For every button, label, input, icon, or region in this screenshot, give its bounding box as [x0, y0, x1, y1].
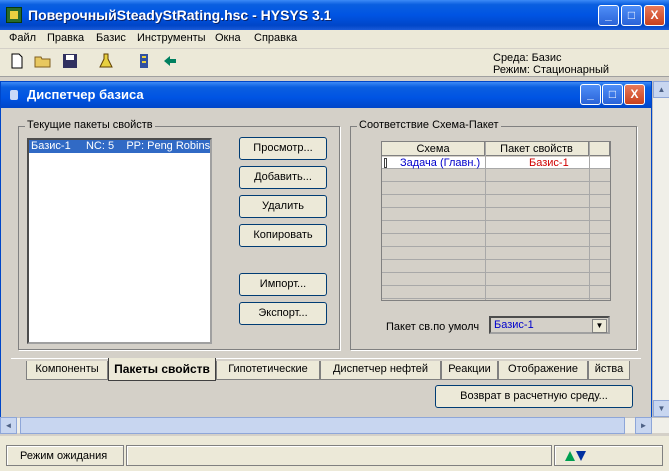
table-row: [382, 209, 610, 221]
basis-manager-window: Диспетчер базиса _ □ X Текущие пакеты св…: [0, 81, 652, 433]
copy-button[interactable]: Копировать: [239, 224, 327, 247]
table-row: [382, 196, 610, 208]
default-package-label: Пакет св.по умолч: [386, 321, 480, 333]
vertical-scrollbar[interactable]: ▲ ▼: [652, 81, 669, 417]
table-row: [382, 261, 610, 273]
menu-windows[interactable]: Окна: [215, 32, 241, 44]
default-package-value: Базис-1: [494, 319, 534, 331]
environment-info: Среда: Базис Режим: Стационарный: [493, 52, 609, 76]
environment-label: Среда: Базис: [493, 52, 562, 64]
window-icon: [10, 90, 18, 100]
toolbar: Среда: Базис Режим: Стационарный: [0, 49, 669, 77]
tab-strip-line: [11, 358, 641, 359]
table-row[interactable]: Задача (Главн.) Базис-1: [382, 157, 610, 169]
package-pp: PP: Peng Robins: [126, 140, 211, 152]
new-file-icon[interactable]: [7, 53, 27, 73]
table-row: [382, 274, 610, 286]
list-item[interactable]: Базис-1 NC: 5 PP: Peng Robins: [29, 140, 210, 153]
status-cell-empty: [126, 445, 552, 466]
tab-components[interactable]: Компоненты: [26, 361, 108, 380]
import-button[interactable]: Импорт...: [239, 273, 327, 296]
table-row: [382, 287, 610, 299]
tab-property-packages[interactable]: Пакеты свойств: [108, 358, 216, 381]
back-arrow-icon[interactable]: [160, 53, 180, 73]
horizontal-scrollbar[interactable]: ◄ ►: [0, 417, 669, 434]
grid-header-scheme: Схема: [382, 142, 485, 156]
export-button[interactable]: Экспорт...: [239, 302, 327, 325]
table-row: [382, 248, 610, 260]
table-row: [382, 183, 610, 195]
solver-indicator-icon[interactable]: [564, 449, 588, 466]
grid-header-empty: [589, 142, 610, 156]
statusbar: Режим ожидания: [0, 436, 669, 471]
row-marker-icon: [384, 158, 387, 168]
mode-label: Режим: Стационарный: [493, 64, 609, 76]
close-button[interactable]: X: [644, 5, 665, 26]
mapping-grid[interactable]: Схема Пакет свойств Задача (Главн.) Бази…: [381, 141, 611, 301]
open-folder-icon[interactable]: [33, 53, 53, 73]
view-button[interactable]: Просмотр...: [239, 137, 327, 160]
main-titlebar[interactable]: ПоверочныйSteadyStRating.hsc - HYSYS 3.1…: [0, 0, 669, 30]
inner-minimize-button[interactable]: _: [580, 84, 601, 105]
property-packages-legend: Текущие пакеты свойств: [25, 119, 155, 131]
row-package[interactable]: Базис-1: [529, 157, 569, 169]
tab-display[interactable]: Отображение: [498, 361, 588, 380]
add-button[interactable]: Добавить...: [239, 166, 327, 189]
mapping-legend: Соответствие Схема-Пакет: [357, 119, 501, 131]
window-title: ПоверочныйSteadyStRating.hsc - HYSYS 3.1: [28, 7, 332, 23]
status-text: Режим ожидания: [20, 450, 108, 462]
menu-edit[interactable]: Правка: [47, 32, 84, 44]
scroll-right-icon[interactable]: ►: [635, 417, 652, 434]
table-row: [382, 222, 610, 234]
table-row: [382, 170, 610, 182]
package-name: Базис-1: [31, 140, 71, 152]
property-packages-list[interactable]: Базис-1 NC: 5 PP: Peng Robins: [27, 138, 212, 344]
maximize-button[interactable]: □: [621, 5, 642, 26]
return-to-simulation-button[interactable]: Возврат в расчетную среду...: [435, 385, 633, 408]
delete-button[interactable]: Удалить: [239, 195, 327, 218]
inner-maximize-button[interactable]: □: [602, 84, 623, 105]
grid-header-package: Пакет свойств: [485, 142, 589, 156]
table-row: [382, 235, 610, 247]
scroll-up-icon[interactable]: ▲: [653, 81, 669, 98]
tab-oil-manager[interactable]: Диспетчер нефтей: [320, 361, 441, 380]
inner-close-button[interactable]: X: [624, 84, 645, 105]
tab-reactions[interactable]: Реакции: [441, 361, 498, 380]
scroll-left-icon[interactable]: ◄: [0, 417, 17, 434]
status-indicator-cell: [554, 445, 663, 466]
package-nc: NC: 5: [85, 140, 115, 152]
scroll-down-icon[interactable]: ▼: [653, 400, 669, 417]
hysys-app-icon: [6, 7, 22, 23]
minimize-button[interactable]: _: [598, 5, 619, 26]
flask-icon[interactable]: [96, 53, 116, 73]
menu-tools[interactable]: Инструменты: [137, 32, 206, 44]
save-disk-icon[interactable]: [60, 53, 80, 73]
tab-hypotheticals[interactable]: Гипотетические: [216, 361, 320, 380]
tab-properties-partial[interactable]: йства: [588, 361, 630, 380]
menu-basis[interactable]: Базис: [96, 32, 126, 44]
grid-divider: [485, 142, 486, 300]
status-cell: Режим ожидания: [6, 445, 124, 466]
chevron-down-icon[interactable]: ▼: [592, 319, 607, 333]
basis-manager-titlebar[interactable]: Диспетчер базиса _ □ X: [1, 82, 651, 108]
menu-help[interactable]: Справка: [254, 32, 297, 44]
grid-divider: [589, 142, 590, 300]
row-scheme[interactable]: Задача (Главн.): [400, 157, 480, 169]
column-icon[interactable]: [134, 53, 154, 73]
default-package-select[interactable]: Базис-1 ▼: [489, 316, 610, 334]
menubar: Файл Правка Базис Инструменты Окна Справ…: [0, 30, 669, 48]
menu-file[interactable]: Файл: [9, 32, 36, 44]
scroll-thumb[interactable]: [20, 417, 625, 434]
basis-manager-title: Диспетчер базиса: [27, 87, 144, 102]
